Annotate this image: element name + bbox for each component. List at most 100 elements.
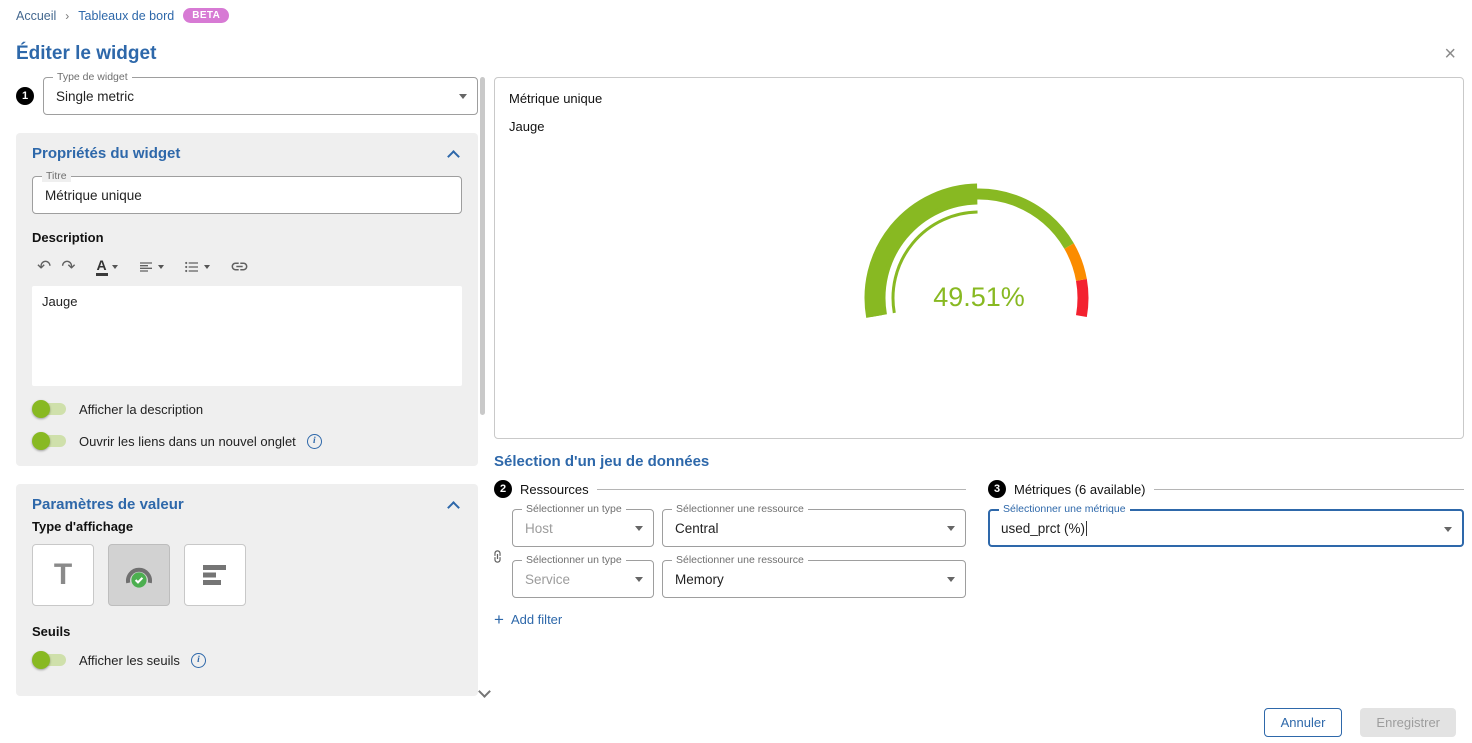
add-filter-button[interactable]: + Add filter [494, 611, 562, 628]
gauge-chart: 49.51% [829, 168, 1129, 343]
font-color-icon[interactable]: A [91, 255, 123, 278]
description-label: Description [32, 230, 462, 245]
widget-type-row: 1 Type de widget Single metric [16, 77, 478, 115]
metrics-group: 3 Métriques (6 available) Sélectionner u… [988, 480, 1464, 628]
resource-type-label: Sélectionner un type [522, 554, 626, 566]
display-option-text[interactable]: T [32, 544, 94, 606]
scroll-down-chevron-icon[interactable] [478, 685, 491, 698]
widget-type-select[interactable]: Type de widget Single metric [43, 77, 478, 115]
close-icon[interactable]: × [1444, 44, 1456, 64]
metrics-label: Métriques (6 available) [1014, 482, 1146, 497]
value-settings-section: Paramètres de valeur Type d'affichage T [16, 484, 478, 696]
collapse-chevron-up-icon[interactable] [447, 150, 460, 163]
gauge-widget: 49.51% [829, 168, 1129, 346]
chevron-down-icon [1444, 527, 1452, 532]
description-textarea[interactable]: Jauge [32, 286, 462, 386]
cancel-button[interactable]: Annuler [1264, 708, 1343, 737]
text-display-icon: T [54, 558, 72, 592]
display-option-gauge[interactable] [108, 544, 170, 606]
chevron-down-icon [158, 265, 164, 269]
show-thresholds-toggle-row: Afficher les seuils i [32, 651, 462, 669]
beta-badge: BETA [183, 8, 229, 23]
info-icon[interactable]: i [191, 653, 206, 668]
resources-label: Ressources [520, 482, 589, 497]
title-field-label: Titre [42, 170, 71, 182]
widget-type-label: Type de widget [53, 71, 132, 83]
widget-properties-heading: Propriétés du widget [32, 145, 180, 162]
widget-type-value: Single metric [56, 89, 134, 104]
resource-type-label: Sélectionner un type [522, 503, 626, 515]
resource-type-select-2[interactable]: Sélectionner un type Service [512, 560, 654, 598]
value-settings-heading: Paramètres de valeur [32, 496, 184, 513]
dialog-footer: Annuler Enregistrer [1264, 708, 1456, 737]
resource-select-1[interactable]: Sélectionner une ressource Central [662, 509, 966, 547]
divider [597, 489, 966, 490]
settings-panel: 1 Type de widget Single metric Propriété… [16, 77, 478, 696]
resource-label: Sélectionner une ressource [672, 554, 808, 566]
step-1-badge: 1 [16, 87, 34, 105]
chevron-down-icon [635, 526, 643, 531]
resource-type-select-1[interactable]: Sélectionner un type Host [512, 509, 654, 547]
resource-value: Memory [675, 572, 724, 587]
bar-display-icon [200, 562, 230, 588]
resource-value: Central [675, 521, 719, 536]
step-2-badge: 2 [494, 480, 512, 498]
breadcrumb-dashboards-link[interactable]: Tableaux de bord [78, 9, 174, 23]
open-links-toggle[interactable] [32, 432, 68, 450]
display-type-label: Type d'affichage [32, 519, 462, 534]
widget-properties-section: Propriétés du widget Titre Description ↶… [16, 133, 478, 466]
widget-preview-card: Métrique unique Jauge 49.51% [494, 77, 1464, 439]
info-icon[interactable]: i [307, 434, 322, 449]
metric-select-label: Sélectionner une métrique [999, 503, 1130, 515]
resource-filter-row: Sélectionner un type Host Sélectionner u… [512, 509, 966, 547]
show-description-label: Afficher la description [79, 402, 203, 417]
open-links-label: Ouvrir les liens dans un nouvel onglet [79, 434, 296, 449]
title-input[interactable] [45, 188, 431, 203]
plus-icon: + [494, 611, 504, 628]
list-icon[interactable] [179, 257, 215, 277]
chevron-down-icon [635, 577, 643, 582]
undo-icon[interactable]: ↶ [32, 256, 56, 277]
show-thresholds-label: Afficher les seuils [79, 653, 180, 668]
metric-select-value: used_prct (%) [1001, 521, 1085, 536]
redo-icon[interactable]: ↷ [56, 256, 80, 277]
breadcrumb-separator: › [65, 9, 69, 23]
resources-group: 2 Ressources Sélectionner un type Host [494, 480, 966, 628]
link-chain-icon [490, 549, 505, 567]
save-button[interactable]: Enregistrer [1360, 708, 1456, 737]
display-type-options: T [32, 544, 462, 606]
chevron-down-icon [947, 526, 955, 531]
description-toolbar: ↶ ↷ A [32, 255, 462, 278]
step-3-badge: 3 [988, 480, 1006, 498]
resource-select-2[interactable]: Sélectionner une ressource Memory [662, 560, 966, 598]
title-field[interactable]: Titre [32, 176, 462, 214]
breadcrumb-home-link[interactable]: Accueil [16, 9, 56, 23]
resource-label: Sélectionner une ressource [672, 503, 808, 515]
editor-content: 1 Type de widget Single metric Propriété… [0, 77, 1472, 696]
preview-description: Jauge [509, 119, 1449, 134]
add-filter-label: Add filter [511, 612, 562, 627]
breadcrumb: Accueil › Tableaux de bord BETA [0, 0, 1472, 27]
preview-and-dataset: Métrique unique Jauge 49.51% Sélection d… [494, 77, 1464, 696]
chevron-down-icon [204, 265, 210, 269]
divider [1154, 489, 1464, 490]
collapse-chevron-up-icon[interactable] [447, 501, 460, 514]
show-thresholds-toggle[interactable] [32, 651, 68, 669]
dataset-heading: Sélection d'un jeu de données [494, 453, 1464, 470]
align-left-icon[interactable] [133, 257, 169, 277]
metric-select[interactable]: Sélectionner une métrique used_prct (%) [988, 509, 1464, 547]
gauge-value: 49.51% [933, 282, 1025, 312]
chevron-down-icon [947, 577, 955, 582]
link-icon[interactable] [225, 255, 254, 278]
show-description-toggle[interactable] [32, 400, 68, 418]
show-description-toggle-row: Afficher la description [32, 400, 462, 418]
thresholds-label: Seuils [32, 624, 462, 639]
gauge-display-icon [120, 559, 158, 591]
preview-title: Métrique unique [509, 91, 1449, 106]
panel-scrollbar[interactable] [480, 77, 485, 415]
open-links-toggle-row: Ouvrir les liens dans un nouvel onglet i [32, 432, 462, 450]
resource-type-value: Service [525, 572, 570, 587]
display-option-bar[interactable] [184, 544, 246, 606]
resource-type-value: Host [525, 521, 553, 536]
page-title: Éditer le widget [0, 27, 1472, 77]
